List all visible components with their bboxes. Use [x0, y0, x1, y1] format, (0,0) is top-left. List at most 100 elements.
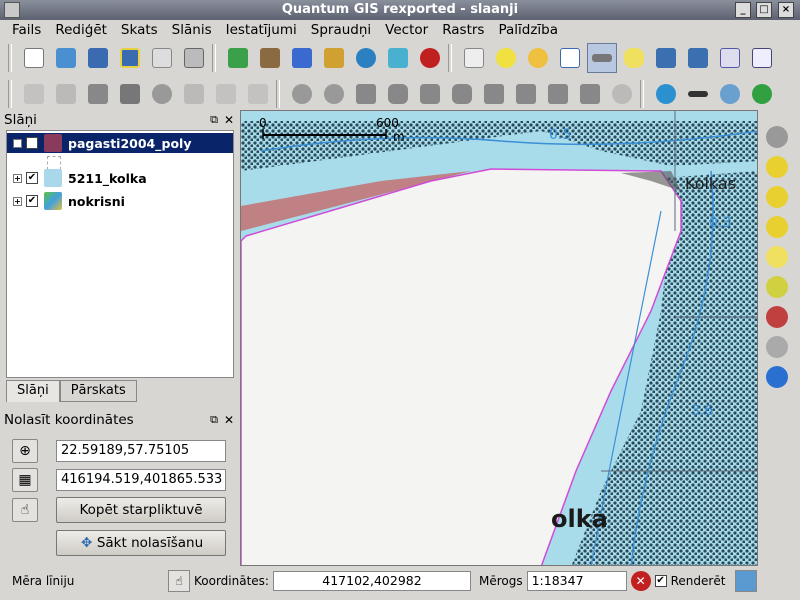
add-raster-layer-button[interactable] [255, 43, 285, 73]
save-edits-button[interactable] [51, 79, 81, 109]
toolbar-grip[interactable] [212, 44, 216, 72]
copy-features-button[interactable] [211, 79, 241, 109]
rotate-point-button[interactable] [607, 79, 637, 109]
spatial-bookmark-button[interactable] [651, 43, 681, 73]
map-canvas[interactable]: 0 600 m 0.5 Kolkas 0.3 3.6 olka [240, 110, 758, 566]
start-capture-button[interactable]: ✥ Sākt nolasīšanu [56, 530, 226, 556]
menu-iestatijumi[interactable]: Iestatījumi [226, 22, 297, 38]
track-mouse-button[interactable]: ☝ [12, 498, 38, 522]
close-window-button[interactable]: × [778, 2, 794, 18]
scale-field[interactable]: 1:18347 [526, 571, 627, 591]
toolbar-grip[interactable] [8, 80, 12, 108]
collapse-toggle[interactable]: − [13, 138, 22, 148]
select-features-button[interactable] [491, 43, 521, 73]
undo-button[interactable] [287, 79, 317, 109]
remove-layer-button[interactable] [415, 43, 445, 73]
coordinate-capture-button[interactable] [715, 79, 745, 109]
toolbar-grip[interactable] [8, 44, 12, 72]
show-bookmarks-button[interactable] [683, 43, 713, 73]
simplify-feature-button[interactable] [351, 79, 381, 109]
geo-coords-field[interactable]: 22.59189,57.75105 [56, 440, 226, 462]
refresh-plugin-button[interactable] [747, 79, 777, 109]
add-vector-layer-button[interactable] [223, 43, 253, 73]
whats-this-button[interactable] [459, 43, 489, 73]
zoom-out-button[interactable] [766, 186, 788, 208]
menu-rediget[interactable]: Rediģēt [55, 22, 107, 38]
copy-to-clipboard-button[interactable]: Kopēt starpliktuvē [56, 497, 226, 523]
cut-features-button[interactable] [179, 79, 209, 109]
paste-features-button[interactable] [243, 79, 273, 109]
layer-visibility-checkbox[interactable]: ✔ [26, 172, 38, 184]
projected-crs-button[interactable]: ▦ [12, 468, 38, 492]
projected-coords-field[interactable]: 416194.519,401865.533 [56, 469, 226, 491]
new-project-button[interactable] [19, 43, 49, 73]
menu-slanis[interactable]: Slānis [172, 22, 212, 38]
coords-field[interactable]: 417102,402982 [272, 571, 471, 591]
float-panel-button[interactable]: ⧉ [210, 110, 218, 130]
save-project-button[interactable] [83, 43, 113, 73]
layer-visibility-checkbox[interactable]: ✔ [26, 195, 38, 207]
projection-status-button[interactable] [735, 570, 758, 592]
menu-rastrs[interactable]: Rastrs [442, 22, 484, 38]
add-wms-layer-button[interactable] [351, 43, 381, 73]
delete-selected-button[interactable] [147, 79, 177, 109]
delete-ring-button[interactable] [447, 79, 477, 109]
zoom-in-button[interactable] [766, 156, 788, 178]
map-tips-button[interactable] [619, 43, 649, 73]
zoom-full-button[interactable] [766, 216, 788, 238]
maximize-button[interactable]: □ [756, 2, 772, 18]
scalebar-plugin-button[interactable] [683, 79, 713, 109]
zoom-selection-button[interactable] [766, 246, 788, 268]
zoom-layer-button[interactable] [766, 276, 788, 298]
toolbar-grip[interactable] [448, 44, 452, 72]
open-project-button[interactable] [51, 43, 81, 73]
redo-button[interactable] [319, 79, 349, 109]
refresh-map-button[interactable] [766, 366, 788, 388]
close-panel-button[interactable]: ✕ [224, 110, 234, 130]
menu-skats[interactable]: Skats [121, 22, 158, 38]
gps-button[interactable] [651, 79, 681, 109]
layer-visibility-checkbox[interactable]: ✔ [26, 137, 38, 149]
mouse-coords-toggle[interactable]: ☝ [168, 570, 190, 592]
move-feature-button[interactable] [83, 79, 113, 109]
print-composer-button[interactable] [147, 43, 177, 73]
print-button[interactable] [179, 43, 209, 73]
menu-spraudni[interactable]: Spraudņi [311, 22, 371, 38]
menu-palidziba[interactable]: Palīdzība [498, 22, 558, 38]
text-tool-button[interactable] [747, 43, 777, 73]
attribute-table-button[interactable] [555, 43, 585, 73]
window-menu-icon[interactable] [4, 2, 20, 18]
layer-item-kolka[interactable]: + ✔ 5211_kolka [7, 168, 147, 188]
stop-render-button[interactable]: ✕ [630, 571, 651, 591]
expand-toggle[interactable]: + [13, 173, 22, 183]
layer-item-pagasti[interactable]: − ✔ pagasti2004_poly [7, 133, 233, 153]
add-postgis-layer-button[interactable] [287, 43, 317, 73]
zoom-last-button[interactable] [766, 306, 788, 328]
tab-overview[interactable]: Pārskats [59, 380, 137, 402]
add-ring-button[interactable] [383, 79, 413, 109]
menu-fails[interactable]: Fails [12, 22, 41, 38]
new-vector-layer-button[interactable] [383, 43, 413, 73]
crs-select-button[interactable]: ⊕ [12, 439, 38, 463]
save-as-button[interactable] [115, 43, 145, 73]
add-spatialite-layer-button[interactable] [319, 43, 349, 73]
minimize-button[interactable]: _ [735, 2, 751, 18]
toggle-editing-button[interactable] [19, 79, 49, 109]
measure-line-button[interactable] [587, 43, 617, 73]
merge-features-button[interactable] [575, 79, 605, 109]
menu-vector[interactable]: Vector [385, 22, 428, 38]
node-tool-button[interactable] [115, 79, 145, 109]
split-features-button[interactable] [543, 79, 573, 109]
pan-button[interactable] [766, 126, 788, 148]
toolbar-grip[interactable] [276, 80, 280, 108]
delete-part-button[interactable] [479, 79, 509, 109]
reshape-features-button[interactable] [511, 79, 541, 109]
tab-layers[interactable]: Slāņi [6, 380, 60, 402]
render-checkbox[interactable]: ✔ [654, 575, 667, 587]
expand-toggle[interactable]: + [13, 196, 22, 206]
toolbar-grip[interactable] [640, 80, 644, 108]
close-panel-button[interactable]: ✕ [224, 410, 234, 430]
add-part-button[interactable] [415, 79, 445, 109]
deselect-button[interactable] [523, 43, 553, 73]
float-panel-button[interactable]: ⧉ [210, 410, 218, 430]
